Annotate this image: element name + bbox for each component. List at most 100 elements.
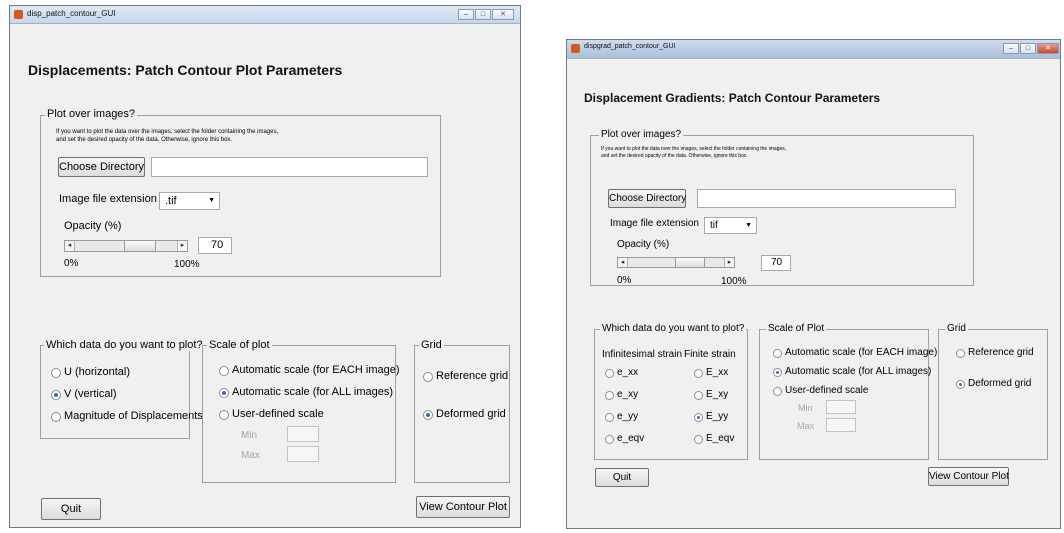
radio-E-eqv[interactable] xyxy=(694,435,703,444)
opacity-value: 70 xyxy=(211,239,224,251)
opacity-min-label: 0% xyxy=(64,258,79,269)
minimize-button[interactable]: – xyxy=(1003,43,1019,54)
which-data-legend: Which data do you want to plot? xyxy=(600,323,747,334)
instructions-line-2: and set the desired opacity of the data.… xyxy=(56,137,233,143)
arrow-left-icon[interactable]: ◂ xyxy=(618,258,628,267)
which-data-group: Which data do you want to plot? U (horiz… xyxy=(40,339,205,439)
radio-reference-grid-label: Reference grid xyxy=(436,370,509,382)
radio-u-horizontal[interactable] xyxy=(51,368,61,378)
image-extension-label: Image file extension xyxy=(610,218,699,229)
radio-auto-all[interactable] xyxy=(773,368,782,377)
opacity-min-label: 0% xyxy=(617,275,632,286)
choose-directory-button[interactable]: Choose Directory xyxy=(58,157,145,177)
radio-user-defined-label: User-defined scale xyxy=(232,408,324,420)
close-button[interactable]: ✕ xyxy=(1037,43,1059,54)
radio-user-defined[interactable] xyxy=(219,410,229,420)
scale-group: Scale of Plot Automatic scale (for EACH … xyxy=(759,323,937,460)
radio-e-yy[interactable] xyxy=(605,413,614,422)
directory-field[interactable] xyxy=(697,189,956,208)
grid-group: Grid Reference grid Deformed grid xyxy=(938,323,1048,460)
radio-deformed-grid-label: Deformed grid xyxy=(436,408,506,420)
quit-button[interactable]: Quit xyxy=(595,468,649,487)
window-title: disp_patch_contour_GUI xyxy=(27,9,116,18)
opacity-max-label: 100% xyxy=(721,276,747,287)
radio-magnitude[interactable] xyxy=(51,412,61,422)
right-titlebar: dispgrad_patch_contour_GUI – □ ✕ xyxy=(567,40,1060,59)
max-label: Max xyxy=(797,421,815,431)
arrow-left-icon[interactable]: ◂ xyxy=(65,241,75,251)
opacity-max-label: 100% xyxy=(174,259,200,270)
radio-v-vertical-label: V (vertical) xyxy=(64,388,117,400)
radio-reference-grid[interactable] xyxy=(423,372,433,382)
choose-directory-button[interactable]: Choose Directory xyxy=(608,189,686,208)
chevron-down-icon: ▼ xyxy=(745,222,752,229)
scale-legend: Scale of Plot xyxy=(766,323,827,334)
radio-e-xx[interactable] xyxy=(605,369,614,378)
radio-deformed-grid-label: Deformed grid xyxy=(968,378,1032,389)
image-extension-select[interactable]: tif ▼ xyxy=(704,217,757,234)
page-title: Displacement Gradients: Patch Contour Pa… xyxy=(584,91,881,105)
radio-e-xx-label: e_xx xyxy=(617,367,639,378)
max-field[interactable] xyxy=(287,446,319,462)
radio-auto-each[interactable] xyxy=(773,349,782,358)
radio-E-yy[interactable] xyxy=(694,413,703,422)
finite-strain-header: Finite strain xyxy=(684,349,736,360)
left-window: disp_patch_contour_GUI – □ ✕ Displacemen… xyxy=(9,5,521,528)
radio-e-eqv[interactable] xyxy=(605,435,614,444)
right-window: dispgrad_patch_contour_GUI – □ ✕ Displac… xyxy=(566,39,1061,529)
radio-auto-each-label: Automatic scale (for EACH image) xyxy=(785,347,938,358)
opacity-slider[interactable]: ◂ ▸ xyxy=(64,240,188,252)
minimize-button[interactable]: – xyxy=(458,9,474,20)
radio-E-xx[interactable] xyxy=(694,369,703,378)
view-contour-plot-button[interactable]: View Contour Plot xyxy=(928,467,1009,486)
radio-user-defined[interactable] xyxy=(773,387,782,396)
which-data-group: Which data do you want to plot? Infinite… xyxy=(594,323,748,460)
plot-over-images-group: Plot over images? If you want to plot th… xyxy=(590,129,974,287)
radio-magnitude-label: Magnitude of Displacements xyxy=(64,410,203,422)
max-field[interactable] xyxy=(826,418,856,432)
arrow-right-icon[interactable]: ▸ xyxy=(724,258,734,267)
radio-reference-grid[interactable] xyxy=(956,349,965,358)
quit-button[interactable]: Quit xyxy=(41,498,101,520)
min-label: Min xyxy=(798,403,813,413)
radio-E-xy-label: E_xy xyxy=(706,389,729,400)
radio-auto-all-label: Automatic scale (for ALL images) xyxy=(785,366,932,377)
page-title: Displacements: Patch Contour Plot Parame… xyxy=(28,62,343,78)
radio-E-eqv-label: E_eqv xyxy=(706,433,735,444)
radio-e-eqv-label: e_eqv xyxy=(617,433,645,444)
close-button[interactable]: ✕ xyxy=(492,9,514,20)
plot-over-images-legend: Plot over images? xyxy=(599,129,684,140)
maximize-button[interactable]: □ xyxy=(1020,43,1036,54)
radio-e-xy[interactable] xyxy=(605,391,614,400)
opacity-value-field[interactable]: 70 xyxy=(761,255,791,271)
min-field[interactable] xyxy=(826,400,856,414)
plot-over-images-legend: Plot over images? xyxy=(45,108,138,120)
which-data-legend: Which data do you want to plot? xyxy=(44,339,205,351)
opacity-slider-thumb[interactable] xyxy=(674,258,705,267)
image-extension-label: Image file extension xyxy=(59,193,157,205)
radio-auto-all-label: Automatic scale (for ALL images) xyxy=(232,386,393,398)
radio-auto-each[interactable] xyxy=(219,366,229,376)
opacity-slider-thumb[interactable] xyxy=(124,241,157,251)
radio-user-defined-label: User-defined scale xyxy=(785,385,869,396)
min-label: Min xyxy=(241,430,258,441)
opacity-slider[interactable]: ◂ ▸ xyxy=(617,257,735,268)
arrow-right-icon[interactable]: ▸ xyxy=(177,241,187,251)
image-extension-select[interactable]: .tif ▼ xyxy=(159,192,220,210)
view-contour-plot-button[interactable]: View Contour Plot xyxy=(416,496,510,518)
min-field[interactable] xyxy=(287,426,319,442)
maximize-button[interactable]: □ xyxy=(475,9,491,20)
radio-reference-grid-label: Reference grid xyxy=(968,347,1034,358)
radio-v-vertical[interactable] xyxy=(51,390,61,400)
matlab-icon xyxy=(571,44,580,53)
window-title: dispgrad_patch_contour_GUI xyxy=(584,43,676,50)
matlab-icon xyxy=(14,10,23,19)
radio-E-xy[interactable] xyxy=(694,391,703,400)
radio-deformed-grid[interactable] xyxy=(423,410,433,420)
opacity-value-field[interactable]: 70 xyxy=(198,237,232,254)
directory-field[interactable] xyxy=(151,157,428,177)
radio-auto-all[interactable] xyxy=(219,388,229,398)
radio-deformed-grid[interactable] xyxy=(956,380,965,389)
grid-group: Grid Reference grid Deformed grid xyxy=(414,339,510,483)
radio-E-xx-label: E_xx xyxy=(706,367,729,378)
